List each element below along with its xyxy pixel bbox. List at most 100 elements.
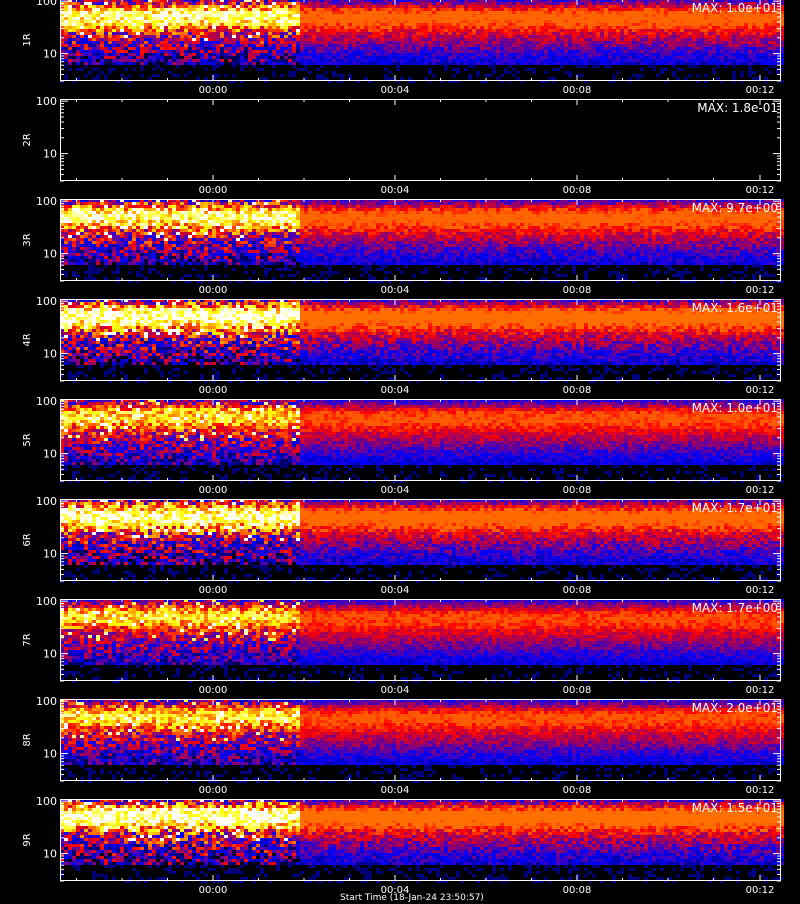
heatmap-cell: [196, 35, 200, 38]
heatmap-cell: [628, 2, 632, 5]
heatmap-cell: [552, 50, 556, 53]
heatmap-cell: [76, 17, 80, 20]
heatmap-cell: [196, 17, 200, 20]
heatmap-cell: [644, 56, 648, 59]
heatmap-cell: [432, 38, 436, 41]
heatmap-cell: [268, 59, 272, 62]
heatmap-cell: [324, 29, 328, 32]
heatmap-cell: [604, 41, 608, 44]
heatmap-cell: [240, 62, 244, 65]
heatmap-cell: [608, 0, 612, 2]
heatmap-cell: [248, 47, 252, 50]
heatmap-cell: [120, 208, 124, 211]
heatmap-cell: [676, 14, 680, 17]
heatmap-cell: [132, 11, 136, 14]
heatmap-cell: [116, 20, 120, 23]
heatmap-cell: [156, 44, 160, 47]
heatmap-cell: [176, 59, 180, 62]
heatmap-cell: [516, 50, 520, 53]
heatmap-cell: [452, 23, 456, 26]
heatmap-cell: [252, 2, 256, 5]
heatmap-cell: [232, 41, 236, 44]
heatmap-cell: [496, 59, 500, 62]
heatmap-cell: [600, 62, 604, 65]
heatmap-cell: [188, 23, 192, 26]
heatmap-cell: [488, 11, 492, 14]
heatmap-cell: [752, 44, 756, 47]
heatmap-cell: [188, 208, 192, 211]
heatmap-cell: [148, 56, 152, 59]
heatmap-cell: [292, 62, 296, 65]
heatmap-cell: [728, 47, 732, 50]
heatmap-cell: [472, 44, 476, 47]
heatmap-cell: [624, 14, 628, 17]
heatmap-cell: [616, 29, 620, 32]
heatmap-cell: [636, 77, 640, 80]
heatmap-cell: [304, 0, 308, 2]
heatmap-cell: [528, 20, 532, 23]
heatmap-cell: [708, 17, 712, 20]
heatmap-cell: [484, 202, 488, 205]
heatmap-cell: [440, 202, 444, 205]
heatmap-cell: [280, 41, 284, 44]
heatmap-cell: [580, 50, 584, 53]
x-tick-label: 00:08: [563, 185, 592, 196]
heatmap-cell: [512, 202, 516, 205]
heatmap-cell: [184, 20, 188, 23]
heatmap-cell: [384, 35, 388, 38]
heatmap-cell: [516, 20, 520, 23]
heatmap-cell: [212, 11, 216, 14]
heatmap-cell: [408, 32, 412, 35]
heatmap-cell: [464, 17, 468, 20]
heatmap-cell: [508, 62, 512, 65]
heatmap-cell: [444, 59, 448, 62]
heatmap-cell: [456, 35, 460, 38]
heatmap-cell: [220, 53, 224, 56]
heatmap-cell: [456, 20, 460, 23]
heatmap-cell: [204, 50, 208, 53]
heatmap-cell: [512, 20, 516, 23]
heatmap-cell: [652, 14, 656, 17]
heatmap-cell: [440, 59, 444, 62]
heatmap-cell: [484, 53, 488, 56]
heatmap-cell: [144, 32, 148, 35]
heatmap-cell: [480, 205, 484, 208]
heatmap-cell: [752, 59, 756, 62]
heatmap-cell: [196, 14, 200, 17]
heatmap-cell: [84, 20, 88, 23]
heatmap-cell: [144, 53, 148, 56]
heatmap-cell: [96, 26, 100, 29]
heatmap-cell: [308, 53, 312, 56]
heatmap-cell: [108, 35, 112, 38]
heatmap-cell: [656, 59, 660, 62]
heatmap-cell: [180, 0, 184, 2]
heatmap-cell: [552, 20, 556, 23]
heatmap-cell: [500, 5, 504, 8]
heatmap-cell: [452, 47, 456, 50]
heatmap-cell: [492, 29, 496, 32]
heatmap-cell: [180, 62, 184, 65]
heatmap-cell: [696, 38, 700, 41]
heatmap-cell: [528, 59, 532, 62]
heatmap-cell: [96, 14, 100, 17]
heatmap-cell: [476, 41, 480, 44]
heatmap-cell: [672, 47, 676, 50]
heatmap-cell: [504, 59, 508, 62]
heatmap-cell: [92, 14, 96, 17]
heatmap-cell: [524, 20, 528, 23]
heatmap-cell: [612, 26, 616, 29]
heatmap-cell: [352, 53, 356, 56]
heatmap-cell: [68, 5, 72, 8]
heatmap-cell: [552, 2, 556, 5]
heatmap-cell: [252, 8, 256, 11]
heatmap-cell: [716, 56, 720, 59]
heatmap-cell: [388, 29, 392, 32]
heatmap-cell: [208, 35, 212, 38]
heatmap-cell: [700, 44, 704, 47]
heatmap-cell: [484, 8, 488, 11]
heatmap-cell: [416, 5, 420, 8]
heatmap-cell: [424, 41, 428, 44]
heatmap-cell: [756, 44, 760, 47]
heatmap-cell: [236, 53, 240, 56]
heatmap-cell: [156, 41, 160, 44]
